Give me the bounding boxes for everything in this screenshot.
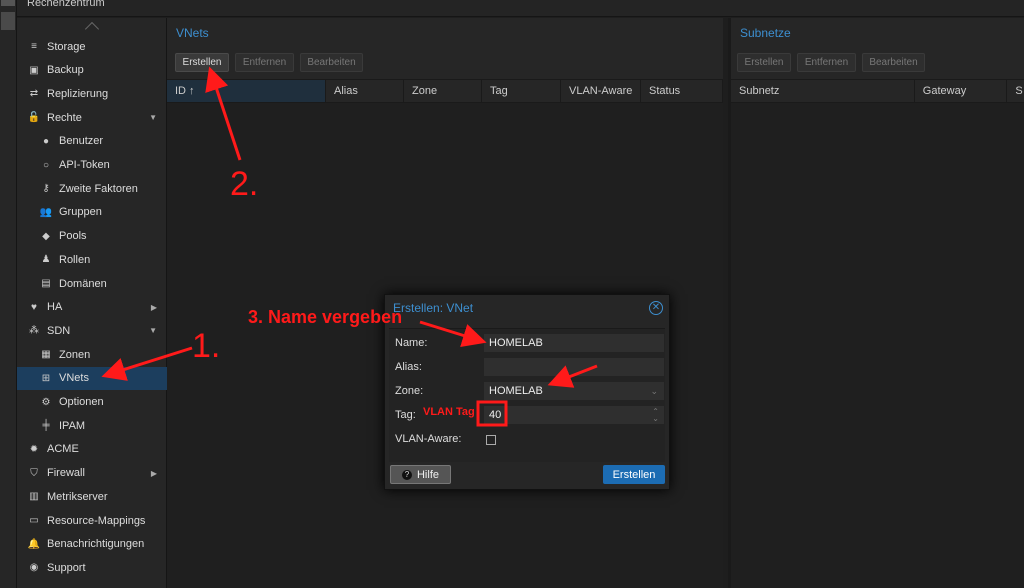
- tag-highlight-box: [476, 400, 508, 427]
- arrow-step2: [205, 66, 242, 161]
- arrow-zone: [547, 364, 598, 388]
- annotation-overlay: [101, 66, 598, 427]
- arrow-step3: [419, 320, 487, 348]
- annotation-vlan-tag: VLAN Tag: [423, 406, 475, 418]
- annotation-step1: 1.: [192, 327, 221, 365]
- arrow-step1: [101, 346, 193, 381]
- annotation-step3: 3. Name vergeben: [248, 307, 403, 327]
- annotation-step2: 2.: [230, 165, 259, 203]
